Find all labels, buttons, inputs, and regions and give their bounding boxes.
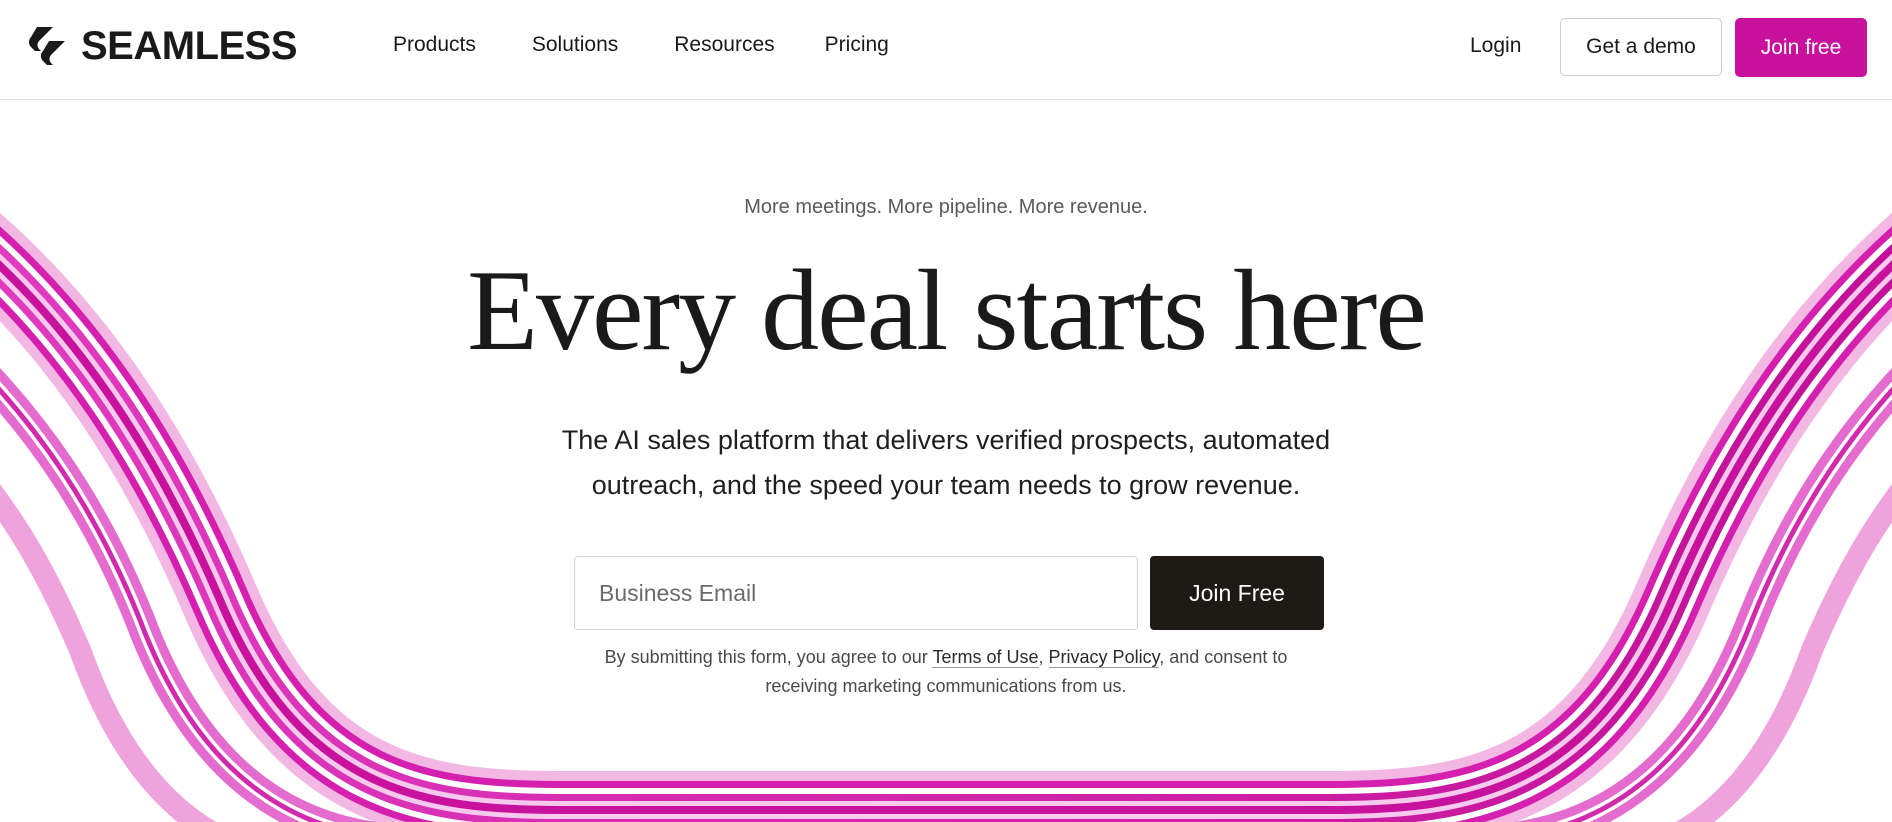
hero-subtext: The AI sales platform that delivers veri…: [0, 418, 1892, 508]
get-demo-button[interactable]: Get a demo: [1560, 18, 1722, 76]
hero-section: More meetings. More pipeline. More reven…: [0, 0, 1892, 822]
join-free-header-button[interactable]: Join free: [1735, 18, 1867, 77]
terms-of-use-link[interactable]: Terms of Use: [932, 647, 1039, 668]
nav-item-resources[interactable]: Resources: [674, 30, 774, 60]
hero-subtext-line-1: The AI sales platform that delivers veri…: [561, 425, 1331, 455]
legal-line-2: receiving marketing communications from …: [765, 676, 1127, 696]
legal-disclaimer: By submitting this form, you agree to ou…: [0, 643, 1892, 701]
seamless-logo-icon: [29, 27, 65, 65]
login-link[interactable]: Login: [1470, 31, 1521, 61]
join-free-submit-button[interactable]: Join Free: [1150, 556, 1324, 630]
business-email-input[interactable]: [574, 556, 1138, 630]
hero-tagline: More meetings. More pipeline. More reven…: [744, 196, 1148, 218]
brand-logo[interactable]: SEAMLESS: [29, 24, 298, 68]
main-nav: Products Solutions Resources Pricing: [393, 30, 889, 60]
nav-item-pricing[interactable]: Pricing: [825, 30, 889, 60]
legal-comma: ,: [1038, 647, 1044, 667]
legal-prefix: By submitting this form, you agree to ou…: [604, 647, 933, 667]
brand-name: SEAMLESS: [81, 24, 298, 68]
hero-headline: Every deal starts here: [467, 247, 1427, 375]
hero-subtext-line-2: outreach, and the speed your team needs …: [591, 470, 1301, 500]
top-navigation-bar: SEAMLESS Products Solutions Resources Pr…: [0, 0, 1892, 100]
legal-suffix: , and consent to: [1159, 647, 1288, 667]
nav-item-products[interactable]: Products: [393, 30, 476, 60]
nav-item-solutions[interactable]: Solutions: [532, 30, 618, 60]
privacy-policy-link[interactable]: Privacy Policy: [1048, 647, 1160, 668]
